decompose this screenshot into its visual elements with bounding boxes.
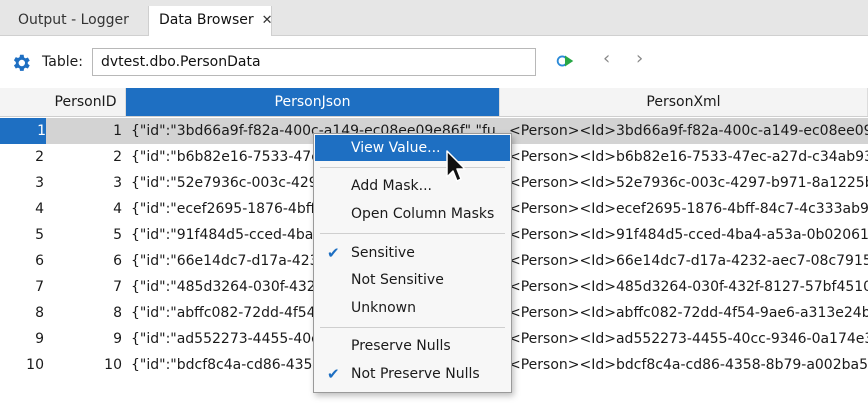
cell-personid[interactable]: 3 (46, 170, 122, 196)
menu-item-sensitive[interactable]: ✔ Sensitive (315, 240, 510, 266)
previous-button[interactable]: ‹ (603, 48, 610, 69)
row-number[interactable]: 1 (0, 118, 46, 144)
row-number[interactable]: 3 (0, 170, 44, 196)
cell-personid[interactable]: 1 (46, 118, 122, 144)
cell-personxml[interactable]: <Person><Id>66e14dc7-d17a-4232-aec7-08c7… (509, 248, 868, 274)
gear-icon[interactable] (10, 52, 32, 74)
cell-personxml[interactable]: <Person><Id>91f484d5-cced-4ba4-a53a-0b02… (509, 222, 868, 248)
menu-item-label: Unknown (351, 300, 416, 316)
mouse-cursor-icon (446, 150, 466, 182)
cell-personid[interactable]: 5 (46, 222, 122, 248)
column-header-personxml[interactable]: PersonXml (500, 88, 868, 116)
column-header-personid[interactable]: PersonID (46, 88, 126, 116)
cell-personxml[interactable]: <Person><Id>52e7936c-003c-4297-b971-8a12… (509, 170, 868, 196)
close-icon[interactable]: ✕ (262, 13, 273, 28)
menu-separator (320, 167, 505, 168)
row-number[interactable]: 10 (0, 352, 44, 378)
menu-item-unknown[interactable]: Unknown (315, 295, 510, 321)
next-button[interactable]: › (636, 48, 643, 69)
tab-label: Data Browser (159, 12, 254, 28)
menu-item-add-mask[interactable]: Add Mask... (315, 173, 510, 199)
row-number[interactable]: 5 (0, 222, 44, 248)
checkmark-icon: ✔ (327, 365, 340, 383)
cell-personid[interactable]: 2 (46, 144, 122, 170)
menu-item-not-sensitive[interactable]: Not Sensitive (315, 267, 510, 293)
menu-item-open-column-masks[interactable]: Open Column Masks (315, 201, 510, 227)
menu-item-not-preserve-nulls[interactable]: ✔ Not Preserve Nulls (315, 361, 510, 387)
menu-item-preserve-nulls[interactable]: Preserve Nulls (315, 333, 510, 359)
tab-data-browser[interactable]: Data Browser ✕ (148, 6, 273, 36)
row-number[interactable]: 8 (0, 300, 44, 326)
cell-personxml[interactable]: <Person><Id>485d3264-030f-432f-8127-57bf… (509, 274, 868, 300)
row-number[interactable]: 4 (0, 196, 44, 222)
row-number[interactable]: 7 (0, 274, 44, 300)
checkmark-icon: ✔ (327, 244, 340, 262)
cell-personid[interactable]: 10 (46, 352, 122, 378)
row-number[interactable]: 9 (0, 326, 44, 352)
menu-item-label: Add Mask... (351, 178, 432, 194)
cell-personxml[interactable]: <Person><Id>3bd66a9f-f82a-400c-a149-ec08… (509, 118, 868, 144)
cell-personxml[interactable]: <Person><Id>b6b82e16-7533-47ec-a27d-c34a… (509, 144, 868, 170)
cell-personid[interactable]: 9 (46, 326, 122, 352)
cell-personxml[interactable]: <Person><Id>ecef2695-1876-4bff-84c7-4c33… (509, 196, 868, 222)
menu-item-label: Open Column Masks (351, 206, 495, 222)
context-menu: View Value... Add Mask... Open Column Ma… (313, 133, 512, 393)
menu-item-label: Not Preserve Nulls (351, 366, 480, 382)
row-number[interactable]: 6 (0, 248, 44, 274)
tab-label: Output - Logger (18, 12, 129, 28)
table-label: Table: (42, 54, 83, 70)
grid-header: PersonID PersonJson PersonXml (0, 88, 868, 117)
cell-personid[interactable]: 4 (46, 196, 122, 222)
menu-item-label: Not Sensitive (351, 272, 444, 288)
toolbar: Table: ‹ › (0, 36, 868, 88)
cell-personxml[interactable]: <Person><Id>ad552273-4455-40cc-9346-0a17… (509, 326, 868, 352)
cell-personxml[interactable]: <Person><Id>abffc082-72dd-4f54-9ae6-a313… (509, 300, 868, 326)
menu-item-label: Sensitive (351, 245, 415, 261)
cell-personxml[interactable]: <Person><Id>bdcf8c4a-cd86-4358-8b79-a002… (509, 352, 868, 378)
menu-separator (320, 327, 505, 328)
menu-separator (320, 233, 505, 234)
tab-output-logger[interactable]: Output - Logger (8, 6, 146, 35)
row-number[interactable]: 2 (0, 144, 44, 170)
menu-item-label: Preserve Nulls (351, 338, 451, 354)
table-input[interactable] (92, 48, 536, 76)
run-query-icon[interactable] (554, 50, 576, 72)
cell-personid[interactable]: 8 (46, 300, 122, 326)
menu-item-label: View Value... (351, 140, 441, 156)
menu-item-view-value[interactable]: View Value... (315, 135, 510, 161)
cell-personid[interactable]: 6 (46, 248, 122, 274)
column-header-personjson[interactable]: PersonJson (126, 88, 500, 116)
tab-strip: Output - Logger Data Browser ✕ (0, 0, 868, 36)
cell-personid[interactable]: 7 (46, 274, 122, 300)
